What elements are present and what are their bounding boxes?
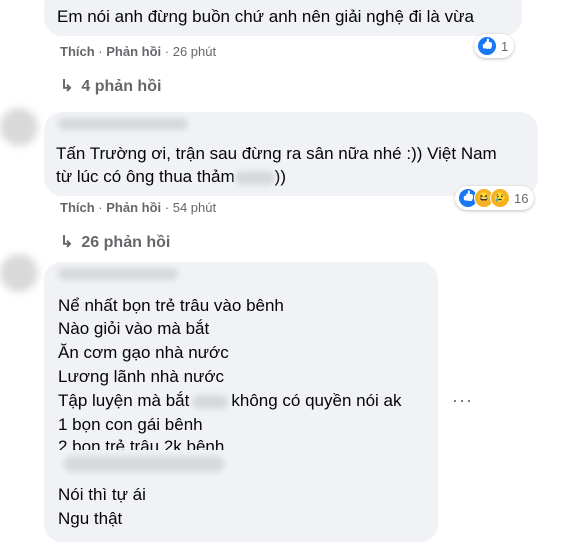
comment-line-5: Tập luyện mà bắt không có quyền nói ak: [58, 391, 402, 410]
comment-text-1: Em nói anh đừng buồn chứ anh nên giải ng…: [57, 7, 474, 26]
avatar[interactable]: [0, 108, 38, 146]
avatar[interactable]: [0, 254, 38, 292]
reaction-count: 16: [514, 190, 529, 206]
redacted-name: [58, 118, 188, 130]
more-options-button[interactable]: ···: [452, 390, 473, 411]
reaction-summary-1[interactable]: 1: [474, 34, 515, 58]
view-replies-1[interactable]: ↳ 4 phản hồi: [60, 76, 161, 96]
like-link[interactable]: Thích: [60, 200, 95, 215]
sad-icon: 😢: [490, 188, 510, 208]
comment-line-9: Ngu thật: [58, 509, 123, 528]
comment-line-7: 2 bọn trẻ trâu 2k bênh: [58, 437, 225, 450]
comment-line-6: 1 bọn con gái bênh: [58, 415, 203, 434]
comment-line-8: Nói thì tự ái: [58, 485, 146, 504]
redacted-name: [58, 268, 178, 280]
comment-text-2-line-2: từ lúc có ông thua thảm)): [56, 167, 286, 186]
redacted-line: [64, 456, 224, 472]
reaction-count: 1: [501, 38, 509, 54]
reply-link[interactable]: Phản hồi: [106, 200, 161, 215]
replies-label: 4 phản hồi: [81, 78, 162, 95]
comment-actions-1: Thích · Phản hồi · 26 phút: [60, 44, 217, 59]
comment-line-3: Ăn cơm gạo nhà nước: [58, 343, 229, 362]
reply-arrow-icon: ↳: [60, 78, 74, 95]
redacted-word: [234, 170, 275, 185]
reaction-summary-2[interactable]: 😆 😢 16: [455, 186, 535, 210]
reply-link[interactable]: Phản hồi: [106, 44, 161, 59]
like-link[interactable]: Thích: [60, 44, 95, 59]
like-icon: [477, 36, 497, 56]
comment-time[interactable]: 26 phút: [173, 44, 216, 59]
comment-line-4: Lương lãnh nhà nước: [58, 367, 225, 386]
comment-time[interactable]: 54 phút: [173, 200, 216, 215]
comment-line-2: Nào giỏi vào mà bắt: [58, 319, 210, 338]
view-replies-2[interactable]: ↳ 26 phản hồi: [60, 232, 170, 252]
comment-text-2-line-1: Tấn Trường ơi, trận sau đừng ra sân nữa …: [56, 144, 497, 163]
comment-actions-2: Thích · Phản hồi · 54 phút: [60, 200, 217, 215]
replies-label: 26 phản hồi: [81, 234, 171, 251]
reply-arrow-icon: ↳: [60, 234, 74, 251]
comment-line-1: Nể nhất bọn trẻ trâu vào bênh: [58, 296, 284, 315]
redacted-word: [192, 394, 229, 409]
